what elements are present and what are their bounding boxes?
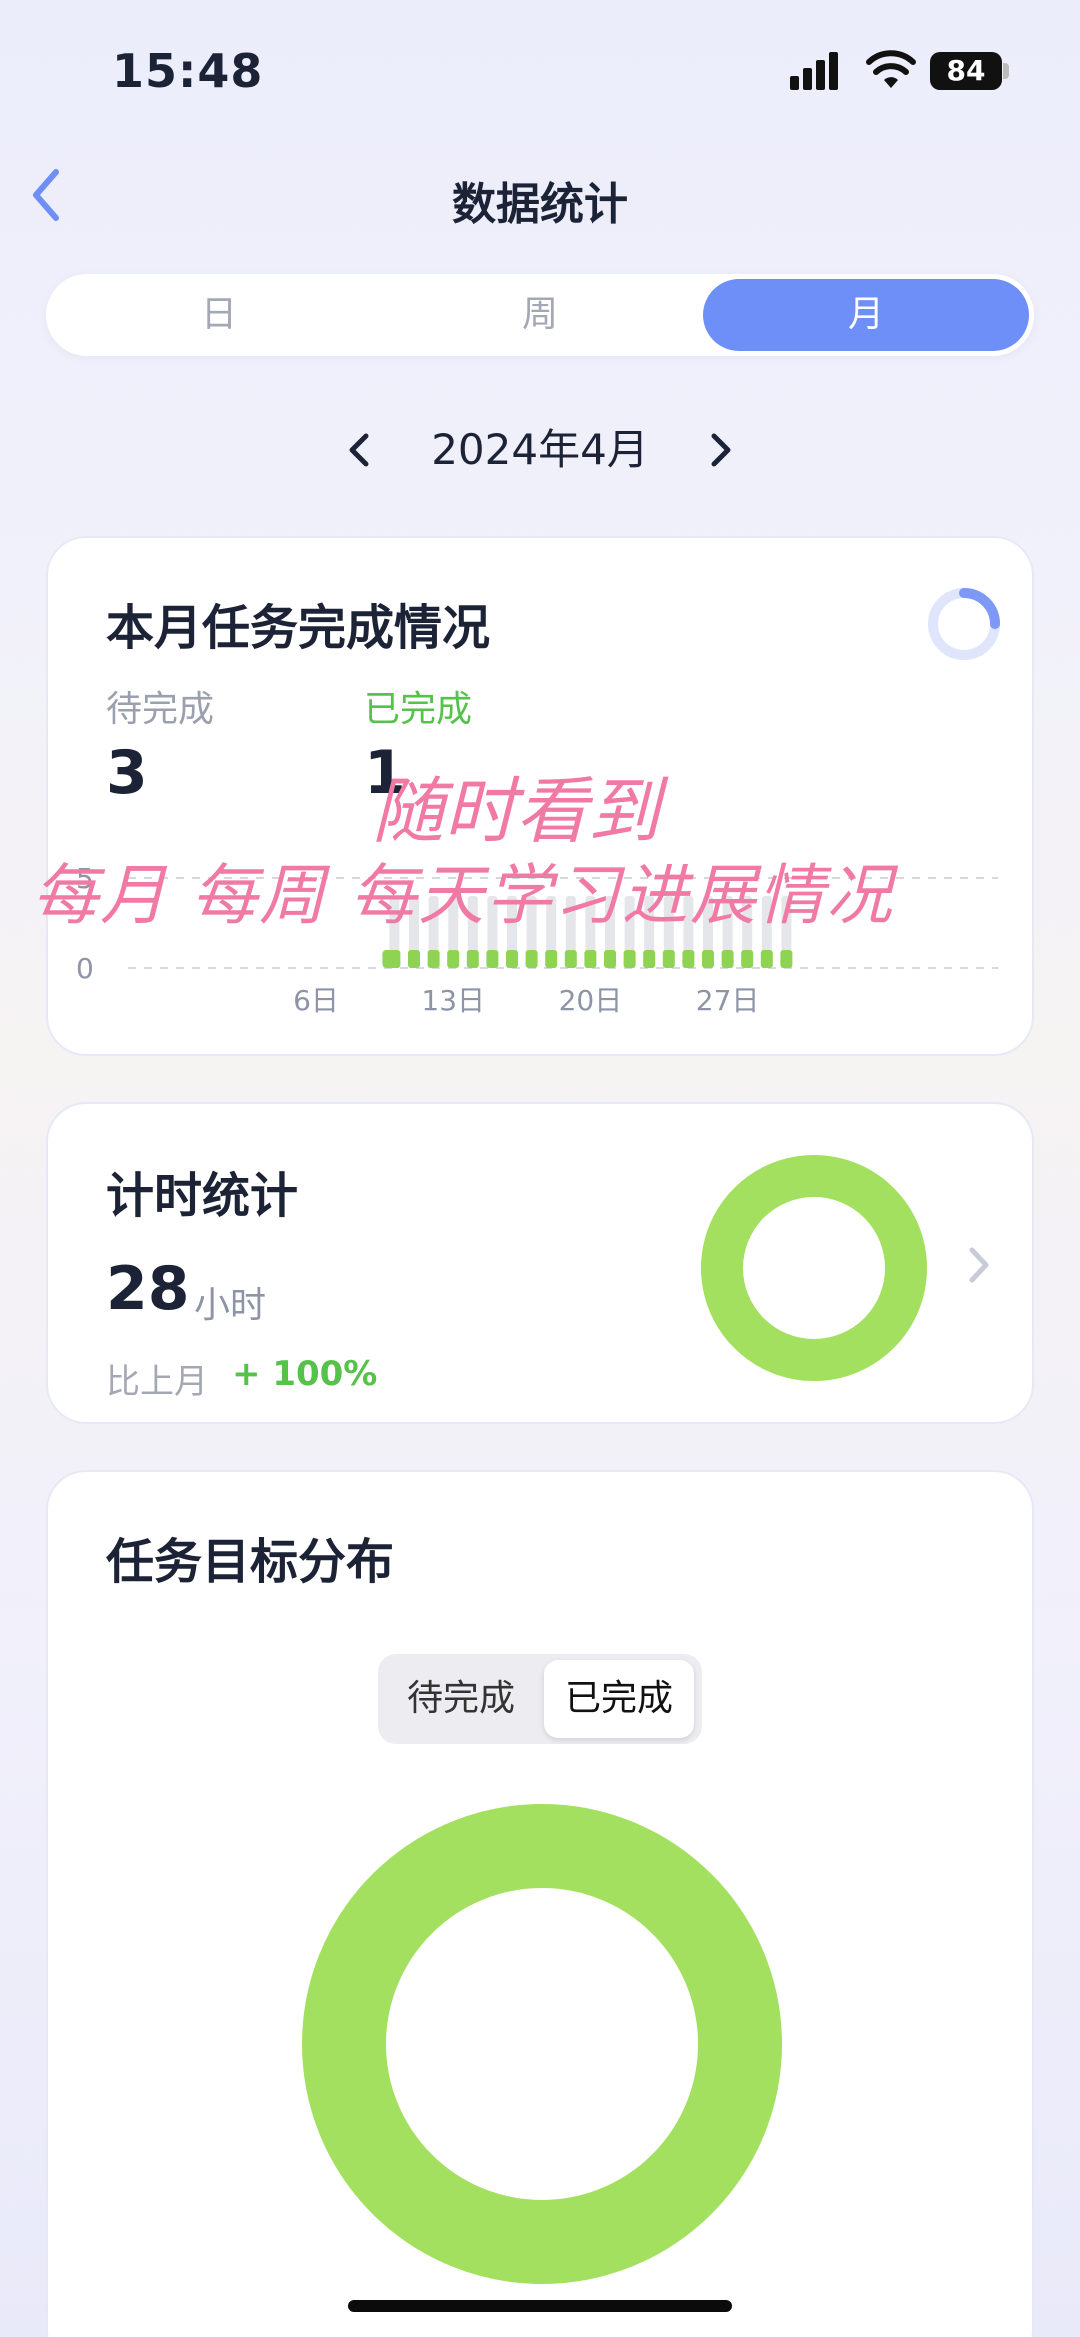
done-bar <box>702 950 714 968</box>
x-tick-label: 20日 <box>559 984 623 1017</box>
home-indicator <box>348 2300 732 2312</box>
done-bar <box>427 950 440 968</box>
period-segmented-control: 日 周 月 <box>46 274 1034 356</box>
done-bar <box>682 950 695 968</box>
done-bar <box>525 950 538 968</box>
timer-stats-card[interactable]: 计时统计 28 小时 比上月 + 100% <box>46 1102 1034 1424</box>
status-bar: 15:48 84 <box>0 0 1080 140</box>
done-bar <box>486 950 499 968</box>
done-bar <box>408 950 420 968</box>
tab-day[interactable]: 日 <box>56 279 382 351</box>
done-bar <box>721 950 734 968</box>
distribution-donut-chart <box>302 1804 782 2284</box>
done-bar <box>604 950 616 968</box>
tab-week[interactable]: 周 <box>377 279 703 351</box>
done-bar <box>623 950 636 968</box>
timer-donut-chart <box>701 1155 927 1381</box>
x-tick-label: 27日 <box>696 984 760 1017</box>
hours-unit: 小时 <box>194 1285 267 1326</box>
x-tick-label: 6日 <box>293 984 339 1017</box>
y-tick-label: 0 <box>76 952 94 985</box>
toggle-pending[interactable]: 待完成 <box>386 1660 536 1738</box>
distribution-toggle: 待完成 已完成 <box>378 1654 702 1744</box>
nav-bar: 数据统计 <box>0 150 1080 240</box>
timer-card-title: 计时统计 <box>106 1168 299 1224</box>
next-month-icon[interactable] <box>700 428 740 472</box>
battery-tip <box>1003 63 1009 79</box>
date-selector: 2024年4月 <box>0 420 1080 480</box>
done-bar <box>643 950 656 968</box>
done-bar <box>662 950 675 968</box>
hours-value: 28 <box>106 1254 190 1324</box>
tab-month[interactable]: 月 <box>703 279 1029 351</box>
compare-label: 比上月 <box>106 1362 208 1402</box>
done-bar <box>741 950 754 968</box>
done-bar <box>382 950 397 968</box>
status-time: 15:48 <box>112 44 264 98</box>
done-bar <box>447 950 460 968</box>
done-bar <box>780 950 793 968</box>
done-bar <box>584 950 597 968</box>
done-bar <box>564 950 577 968</box>
chevron-right-icon[interactable] <box>964 1242 994 1288</box>
page-title: 数据统计 <box>452 179 628 230</box>
toggle-done[interactable]: 已完成 <box>544 1660 694 1738</box>
done-bar <box>506 950 518 968</box>
compare-value: + 100% <box>232 1354 378 1394</box>
battery-icon: 84 <box>930 52 1002 90</box>
distribution-card-title: 任务目标分布 <box>106 1534 395 1590</box>
done-bar <box>545 950 558 968</box>
cellular-signal-icon <box>790 52 844 90</box>
overlay-caption-line2: 每月 每周 每天学习进展情况 <box>32 857 894 934</box>
task-distribution-card: 任务目标分布 <box>46 1470 1034 2337</box>
current-month-label: 2024年4月 <box>431 425 649 474</box>
wifi-icon <box>866 50 916 88</box>
done-bar <box>466 950 479 968</box>
x-tick-label: 13日 <box>421 984 485 1017</box>
done-bar <box>760 950 773 968</box>
